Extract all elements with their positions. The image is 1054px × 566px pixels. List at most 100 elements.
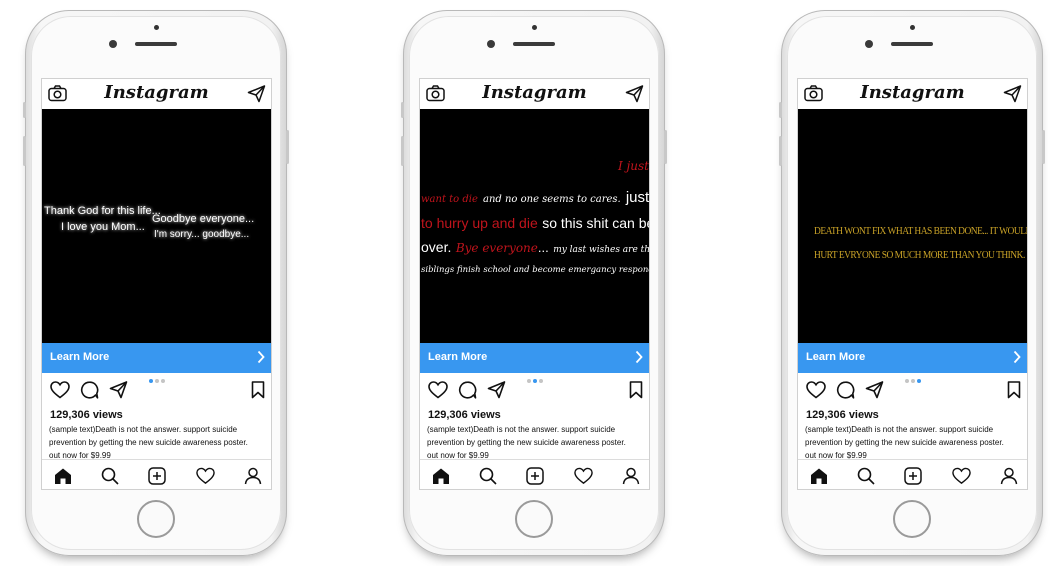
side-button [401, 136, 404, 166]
post-text: and no one seems to cares. [483, 194, 621, 205]
front-camera [154, 25, 159, 30]
post-image: I just want to die and no one seems to c… [420, 109, 649, 343]
carousel-dot [148, 379, 153, 383]
post-text-red: I just [618, 159, 649, 173]
post-text: just [625, 189, 650, 206]
comment-icon[interactable] [80, 381, 99, 404]
phone-mockup: Instagram I just want to die and no one … [401, 10, 667, 556]
share-icon[interactable] [487, 381, 506, 404]
post-text: I love you Mom... [61, 221, 145, 233]
post-text: over. [421, 239, 452, 255]
direct-message-icon[interactable] [1003, 85, 1022, 108]
comment-icon[interactable] [458, 381, 477, 404]
caption-line: prevention by getting the new suicide aw… [427, 438, 626, 447]
post-caption: (sample text)Death is not the answer. su… [805, 423, 1023, 462]
sensor-dot [487, 40, 495, 48]
bookmark-icon[interactable] [629, 381, 643, 404]
activity-heart-icon[interactable] [574, 467, 593, 489]
ig-header: Instagram [42, 79, 271, 110]
direct-message-icon[interactable] [625, 85, 644, 108]
ig-header: Instagram [798, 79, 1027, 110]
activity-heart-icon[interactable] [952, 467, 971, 489]
profile-icon[interactable] [244, 467, 262, 489]
post-text: I'm sorry... goodbye... [154, 229, 250, 240]
chevron-right-icon [1013, 350, 1021, 369]
side-button [779, 102, 782, 118]
side-button [23, 136, 26, 166]
bottom-tab-bar [42, 459, 271, 489]
caption-line: (sample text)Death is not the answer. su… [805, 425, 994, 434]
front-camera [532, 25, 537, 30]
post-text: Thank God for this life... [44, 205, 161, 217]
phone-mockup: Instagram Thank God for this life... Goo… [23, 10, 289, 556]
home-icon[interactable] [810, 467, 828, 489]
bottom-tab-bar [420, 459, 649, 489]
bookmark-icon[interactable] [1007, 381, 1021, 404]
learn-more-label: Learn More [428, 351, 488, 363]
sensor-dot [865, 40, 873, 48]
learn-more-label: Learn More [50, 351, 110, 363]
heart-icon[interactable] [806, 381, 826, 404]
carousel-dot [910, 379, 915, 383]
profile-icon[interactable] [622, 467, 640, 489]
post-text: Goodbye everyone... [152, 213, 255, 225]
carousel-indicator [798, 379, 1027, 385]
carousel-dot [538, 379, 543, 383]
view-count: 129,306 views [50, 409, 123, 421]
learn-more-button[interactable]: Learn More [420, 343, 649, 373]
post-text: ... [537, 240, 549, 255]
heart-icon[interactable] [50, 381, 70, 404]
post-text: siblings finish school and become emerga… [421, 265, 650, 275]
share-icon[interactable] [109, 381, 128, 404]
side-button [779, 136, 782, 166]
home-button[interactable] [515, 500, 553, 538]
app-logo: Instagram [860, 82, 965, 103]
caption-line: (sample text)Death is not the answer. su… [49, 425, 238, 434]
carousel-dot [904, 379, 909, 383]
speaker-grille [513, 42, 555, 46]
caption-line: prevention by getting the new suicide aw… [49, 438, 248, 447]
home-icon[interactable] [54, 467, 72, 489]
post-text-gold: DEATH WONT FIX WHAT HAS BEEN DONE... IT … [814, 225, 1028, 237]
chevron-right-icon [635, 350, 643, 369]
carousel-indicator [420, 379, 649, 385]
carousel-dot [526, 379, 531, 383]
add-post-icon[interactable] [148, 467, 166, 489]
home-button[interactable] [893, 500, 931, 538]
activity-heart-icon[interactable] [196, 467, 215, 489]
caption-line: prevention by getting the new suicide aw… [805, 438, 1004, 447]
chevron-right-icon [257, 350, 265, 369]
search-icon[interactable] [101, 467, 119, 489]
direct-message-icon[interactable] [247, 85, 266, 108]
phone-screen: Instagram DEATH WONT FIX WHAT HAS BEEN D… [797, 78, 1028, 490]
post-text: my last wishes are that my [553, 245, 650, 255]
profile-icon[interactable] [1000, 467, 1018, 489]
carousel-indicator [42, 379, 271, 385]
phone-screen: Instagram I just want to die and no one … [419, 78, 650, 490]
comment-icon[interactable] [836, 381, 855, 404]
heart-icon[interactable] [428, 381, 448, 404]
bottom-tab-bar [798, 459, 1027, 489]
learn-more-button[interactable]: Learn More [42, 343, 271, 373]
search-icon[interactable] [857, 467, 875, 489]
view-count: 129,306 views [428, 409, 501, 421]
search-icon[interactable] [479, 467, 497, 489]
share-icon[interactable] [865, 381, 884, 404]
speaker-grille [135, 42, 177, 46]
sensor-dot [109, 40, 117, 48]
home-button[interactable] [137, 500, 175, 538]
post-text-gold: HURT EVRYONE SO MUCH MORE THAN YOU THINK… [814, 249, 1025, 261]
view-count: 129,306 views [806, 409, 879, 421]
post-text-red: Bye everyone [455, 241, 538, 255]
caption-line: (sample text)Death is not the answer. su… [427, 425, 616, 434]
post-text-red: to hurry up and die [421, 215, 538, 231]
bookmark-icon[interactable] [251, 381, 265, 404]
home-icon[interactable] [432, 467, 450, 489]
post-caption: (sample text)Death is not the answer. su… [49, 423, 267, 462]
phone-screen: Instagram Thank God for this life... Goo… [41, 78, 272, 490]
learn-more-button[interactable]: Learn More [798, 343, 1027, 373]
carousel-dot [532, 379, 537, 383]
post-text: so this shit can be [542, 215, 650, 231]
add-post-icon[interactable] [904, 467, 922, 489]
add-post-icon[interactable] [526, 467, 544, 489]
